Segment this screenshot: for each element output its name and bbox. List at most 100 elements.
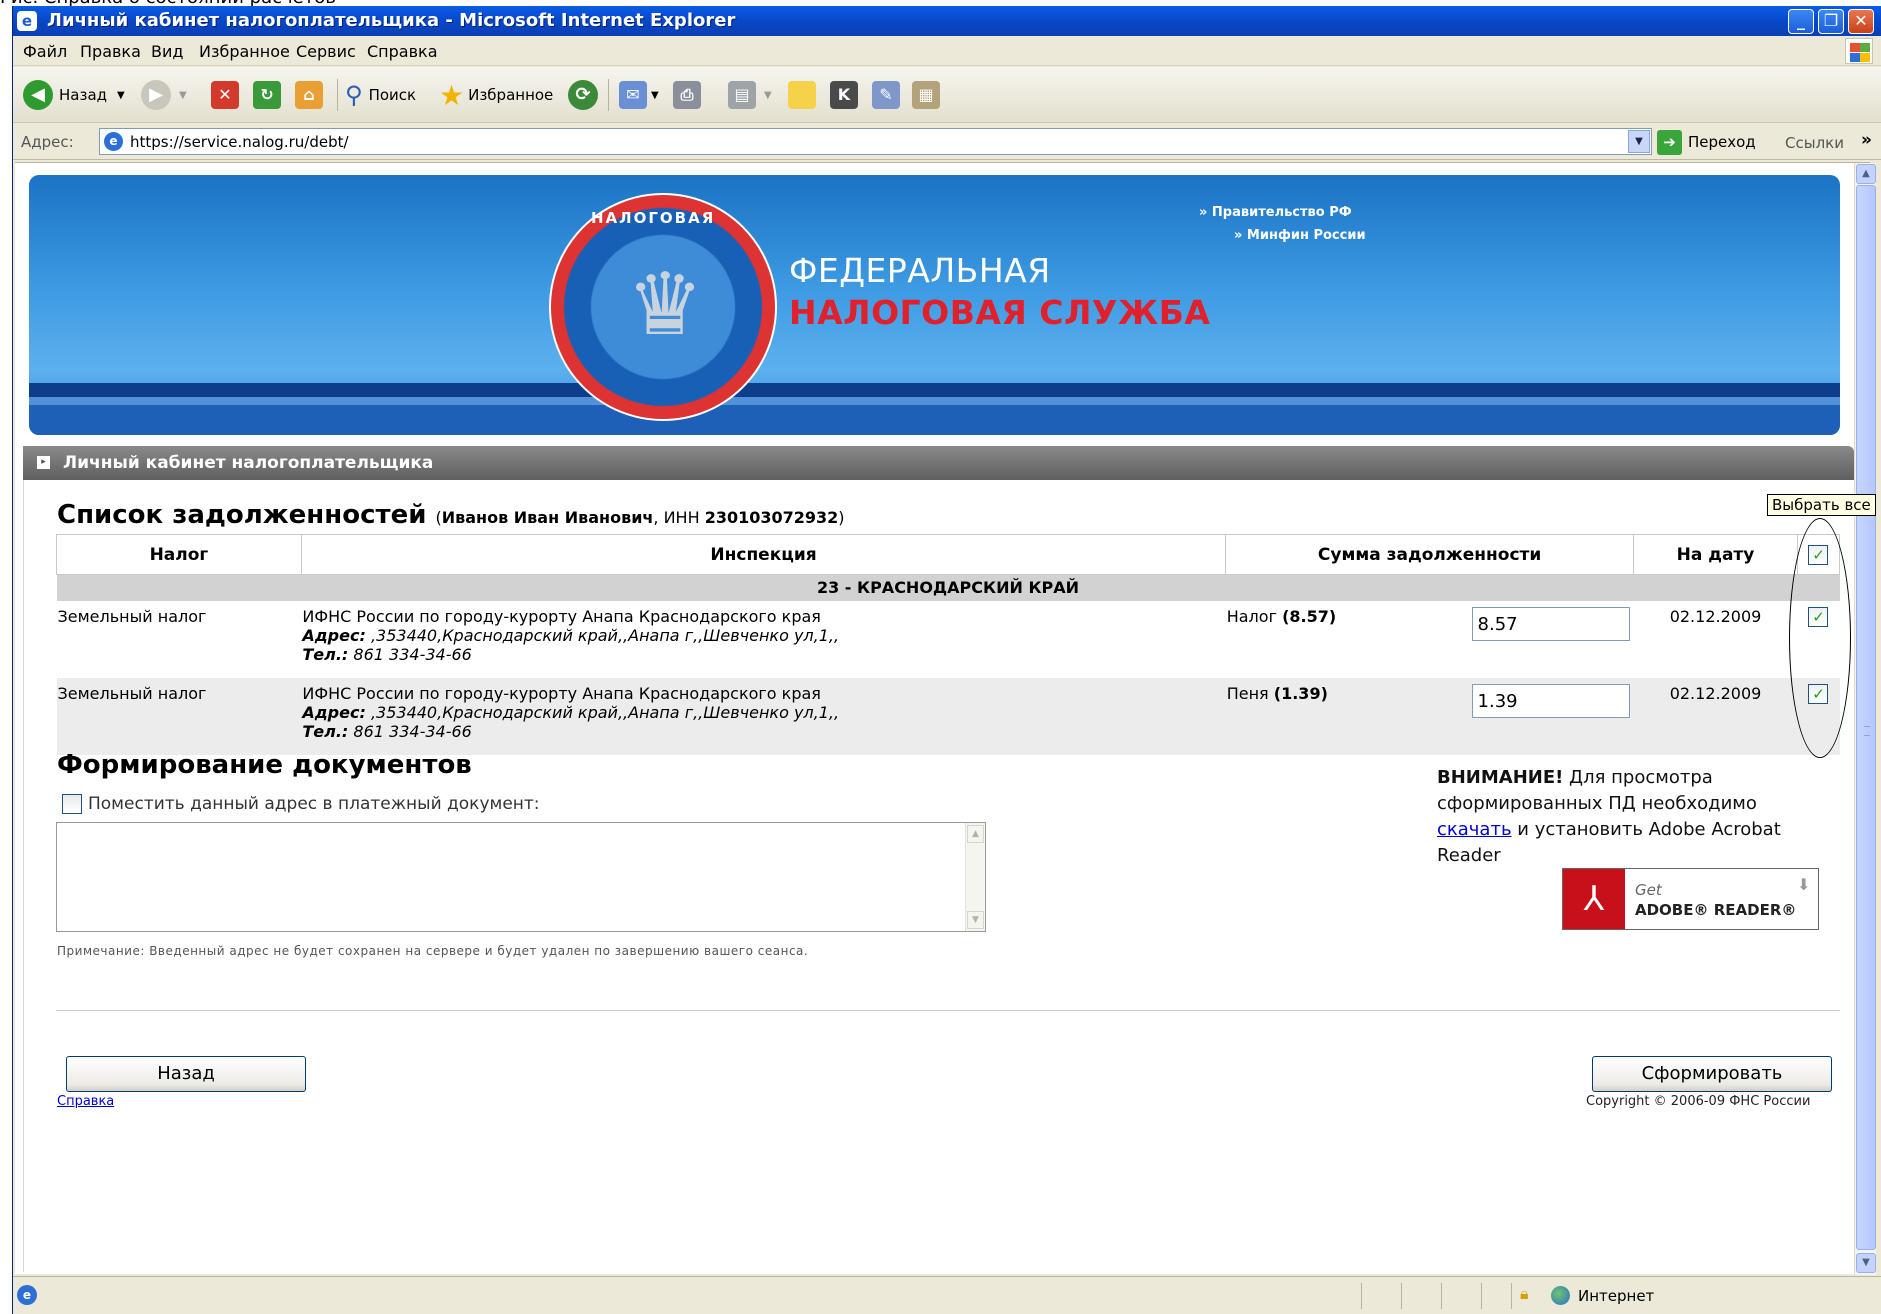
history-icon: ⟳ [568, 80, 598, 110]
back-page-button[interactable]: Назад [66, 1056, 306, 1092]
page-icon: e [104, 132, 123, 151]
section-title: Личный кабинет налогоплательщика [63, 453, 434, 473]
taxpayer-name: Иванов Иван Иванович [441, 508, 654, 527]
close-button[interactable]: ✕ [1848, 9, 1874, 34]
lock-icon: 🔒︎ [1520, 1284, 1529, 1303]
highlight-oval [1789, 518, 1851, 758]
adobe-reader-badge[interactable]: ⅄ Get ADOBE® READER® ⬇ [1562, 868, 1819, 930]
column-header: Налог [56, 534, 302, 575]
debt-date: 02.12.2009 [1633, 601, 1798, 678]
forward-button[interactable]: ▶ ▼ [141, 78, 187, 112]
address-input[interactable]: e https://service.nalog.ru/debt/ ▼ [99, 128, 1652, 155]
menu-tools[interactable]: Сервис [296, 42, 356, 61]
notes-button[interactable] [788, 78, 816, 112]
menu-view[interactable]: Вид [151, 42, 183, 61]
amount-input[interactable] [1471, 684, 1630, 718]
toolbar: ◀ Назад ▼ ▶ ▼ ✕ ↻ ⌂ ⚲ Поиск ★ Избранное … [13, 67, 1881, 123]
banner-title-line1: ФЕДЕРАЛЬНАЯ [789, 251, 1051, 290]
textarea-scrollbar[interactable]: ▲ ▼ [965, 823, 985, 931]
menu-edit[interactable]: Правка [80, 42, 141, 61]
chevron-right-icon[interactable]: » [1861, 130, 1872, 150]
main-content: Список задолженностей (Иванов Иван Ивано… [23, 480, 1854, 1272]
messenger-icon: ✎ [872, 81, 900, 109]
search-button[interactable]: ⚲ Поиск [345, 78, 416, 112]
research-button[interactable]: ▦ [912, 78, 940, 112]
download-link[interactable]: скачать [1437, 819, 1512, 840]
fns-emblem-icon: НАЛОГОВАЯ ♛ [549, 193, 777, 421]
attention-block: ВНИМАНИЕ! Для просмотра сформированных П… [1437, 767, 1781, 866]
menu-file[interactable]: Файл [23, 42, 67, 61]
column-header: Сумма задолженности [1225, 534, 1635, 575]
docs-title: Формирование документов [57, 750, 472, 780]
column-header: На дату [1633, 534, 1798, 575]
scroll-up-button[interactable]: ▲ [1856, 164, 1876, 184]
menu-help[interactable]: Справка [367, 42, 438, 61]
tax-name: Земельный налог [56, 601, 302, 678]
address-note: Примечание: Введенный адрес не будет сох… [57, 944, 809, 958]
taxpayer-inn: 230103072932 [704, 508, 839, 527]
globe-icon [1551, 1286, 1570, 1305]
ie-icon: e [17, 11, 37, 31]
url-text: https://service.nalog.ru/debt/ [130, 133, 349, 151]
maximize-button[interactable]: ❐ [1818, 9, 1844, 34]
scroll-down-button[interactable]: ▼ [1856, 1253, 1876, 1273]
select-all-tooltip: Выбрать все [1767, 494, 1876, 516]
copyright: Copyright © 2006-09 ФНС России [1586, 1094, 1811, 1109]
address-dropdown-button[interactable]: ▼ [1628, 130, 1650, 153]
windows-logo-icon [1845, 38, 1873, 64]
page-viewport: НАЛОГОВАЯ ♛ ФЕДЕРАЛЬНАЯ НАЛОГОВАЯ СЛУЖБА… [15, 162, 1876, 1275]
status-bar: e 🔒︎ Интернет [13, 1276, 1881, 1314]
address-bar: Адрес: e https://service.nalog.ru/debt/ … [13, 124, 1881, 160]
amount-input[interactable] [1471, 607, 1630, 641]
government-link[interactable]: » Правительство РФ [1199, 205, 1352, 220]
refresh-icon: ↻ [253, 81, 281, 109]
mail-button[interactable]: ✉ ▼ [619, 78, 659, 112]
stop-button[interactable]: ✕ [211, 78, 239, 112]
table-row: Земельный налог ИФНС России по городу-ку… [56, 601, 1840, 678]
edit-button[interactable]: ▤ ▼ [728, 78, 772, 112]
page-scrollbar[interactable]: ▲ ▼ [1854, 163, 1876, 1275]
debt-date: 02.12.2009 [1633, 678, 1798, 755]
address-checkbox[interactable] [62, 794, 82, 814]
links-button[interactable]: Ссылки [1785, 134, 1844, 152]
table-header: Налог Инспекция Сумма задолженности На д… [56, 534, 1841, 575]
page-status-icon: e [17, 1285, 37, 1305]
debts-table: Налог Инспекция Сумма задолженности На д… [56, 534, 1841, 755]
minimize-button[interactable]: _ [1788, 9, 1814, 34]
adobe-logo-icon: ⅄ [1563, 869, 1625, 929]
home-button[interactable]: ⌂ [295, 78, 323, 112]
menu-favorites[interactable]: Избранное [199, 42, 290, 61]
debt-kind: Налог (8.57) [1225, 601, 1471, 678]
title-bar: e Личный кабинет налогоплательщика - Mic… [13, 6, 1881, 36]
edit-icon: ▤ [728, 81, 756, 109]
go-button[interactable]: ➔ Переход [1657, 129, 1756, 155]
k-icon: K [830, 81, 858, 109]
tax-name: Земельный налог [56, 678, 302, 755]
research-icon: ▦ [912, 81, 940, 109]
search-icon: ⚲ [345, 81, 363, 109]
address-textarea[interactable]: ▲ ▼ [56, 822, 986, 932]
address-checkbox-label: Поместить данный адрес в платежный докум… [88, 794, 540, 814]
print-button[interactable]: ⎙ [673, 78, 701, 112]
star-icon: ★ [439, 78, 465, 112]
menu-bar: Файл Правка Вид Избранное Сервис Справка [13, 36, 1881, 66]
help-link[interactable]: Справка [57, 1094, 114, 1109]
back-arrow-icon: ◀ [23, 80, 53, 110]
favorites-button[interactable]: ★ Избранное [439, 78, 553, 112]
refresh-button[interactable]: ↻ [253, 78, 281, 112]
banner-title-line2: НАЛОГОВАЯ СЛУЖБА [789, 293, 1211, 332]
region-row: 23 - КРАСНОДАРСКИЙ КРАЙ [56, 574, 1840, 601]
inspection-cell: ИФНС России по городу-курорту Анапа Крас… [301, 601, 1226, 678]
address-checkbox-line: Поместить данный адрес в платежный докум… [62, 794, 540, 814]
kaspersky-button[interactable]: K [830, 78, 858, 112]
scroll-thumb[interactable] [1856, 185, 1876, 1250]
site-banner: НАЛОГОВАЯ ♛ ФЕДЕРАЛЬНАЯ НАЛОГОВАЯ СЛУЖБА… [29, 175, 1840, 435]
table-row: Земельный налог ИФНС России по городу-ку… [56, 678, 1840, 755]
minfin-link[interactable]: » Минфин России [1234, 228, 1366, 243]
back-button[interactable]: ◀ Назад ▼ [23, 78, 125, 112]
expand-icon: ▸ [37, 456, 50, 469]
history-button[interactable]: ⟳ [568, 78, 598, 112]
messenger-button[interactable]: ✎ [872, 78, 900, 112]
generate-button[interactable]: Сформировать [1592, 1056, 1832, 1092]
section-header: ▸ Личный кабинет налогоплательщика [23, 446, 1854, 480]
